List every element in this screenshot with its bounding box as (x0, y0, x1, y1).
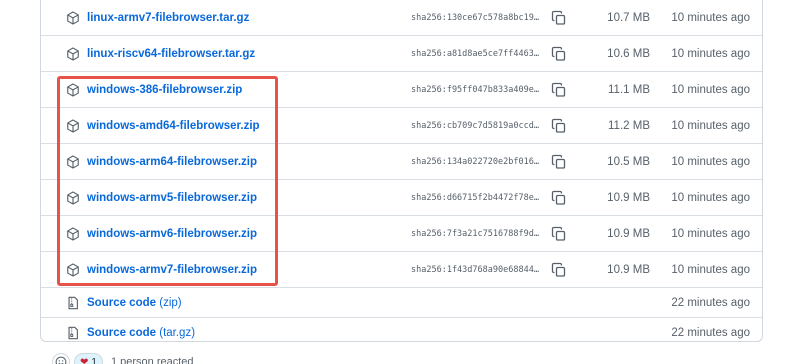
asset-size: 11.2 MB (608, 119, 650, 132)
add-reaction-button[interactable] (52, 353, 70, 364)
asset-sha256: sha256:1f43d768a90e68844… (411, 264, 539, 275)
asset-time: 10 minutes ago (671, 155, 750, 168)
source-row: Source code (tar.gz) 22 minutes ago (41, 318, 762, 348)
package-icon (66, 226, 80, 241)
package-icon (66, 82, 80, 97)
asset-size: 11.1 MB (608, 83, 650, 96)
copy-icon (551, 10, 567, 26)
asset-size: 10.6 MB (607, 47, 650, 60)
asset-link[interactable]: windows-armv5-filebrowser.zip (87, 192, 257, 204)
copy-icon (551, 226, 567, 242)
asset-time: 10 minutes ago (671, 47, 750, 60)
copy-sha-button[interactable] (551, 10, 567, 26)
asset-sha256: sha256:cb709c7d5819a0ccd… (411, 120, 539, 131)
asset-time: 10 minutes ago (671, 83, 750, 96)
asset-time: 10 minutes ago (671, 191, 750, 204)
asset-time: 10 minutes ago (671, 119, 750, 132)
copy-icon (551, 82, 567, 98)
copy-sha-button[interactable] (551, 262, 567, 278)
smiley-icon (55, 356, 67, 364)
copy-sha-button[interactable] (551, 154, 567, 170)
source-time: 22 minutes ago (671, 327, 750, 339)
asset-row: windows-386-filebrowser.zip sha256:f95ff0… (41, 72, 762, 108)
source-code-link[interactable]: Source code (tar.gz) (87, 327, 195, 339)
asset-row: windows-armv5-filebrowser.zip sha256:d667… (41, 180, 762, 216)
package-icon (66, 154, 80, 169)
package-icon (66, 262, 80, 277)
asset-size: 10.7 MB (607, 11, 650, 24)
asset-sha256: sha256:134a022720e2bf016… (411, 156, 539, 167)
copy-sha-button[interactable] (551, 190, 567, 206)
asset-size: 10.9 MB (607, 227, 650, 240)
asset-sha256: sha256:7f3a21c7516788f9d… (411, 228, 539, 239)
copy-sha-button[interactable] (551, 46, 567, 62)
asset-size: 10.9 MB (607, 191, 650, 204)
copy-icon (551, 154, 567, 170)
asset-sha256: sha256:f95ff047b833a409e… (411, 84, 539, 95)
asset-row: windows-amd64-filebrowser.zip sha256:cb70… (41, 108, 762, 144)
asset-link[interactable]: linux-riscv64-filebrowser.tar.gz (87, 48, 255, 60)
asset-row: windows-armv6-filebrowser.zip sha256:7f3a… (41, 216, 762, 252)
source-code-link[interactable]: Source code (zip) (87, 297, 182, 309)
asset-row: linux-armv7-filebrowser.tar.gz sha256:130… (41, 0, 762, 36)
heart-icon: ❤ (80, 356, 89, 364)
asset-link[interactable]: windows-amd64-filebrowser.zip (87, 120, 260, 132)
asset-link[interactable]: windows-386-filebrowser.zip (87, 84, 242, 96)
release-assets-page: linux-armv7-filebrowser.tar.gz sha256:130… (0, 0, 800, 364)
file-zip-icon (66, 296, 80, 310)
source-code-label: Source code (87, 296, 157, 309)
asset-time: 10 minutes ago (671, 263, 750, 276)
source-code-format: (zip) (159, 296, 182, 309)
asset-size: 10.5 MB (607, 155, 650, 168)
asset-row: windows-arm64-filebrowser.zip sha256:134a… (41, 144, 762, 180)
asset-row: linux-riscv64-filebrowser.tar.gz sha256:a… (41, 36, 762, 72)
assets-list: linux-armv7-filebrowser.tar.gz sha256:130… (40, 0, 763, 342)
asset-link[interactable]: windows-armv7-filebrowser.zip (87, 264, 257, 276)
asset-sha256: sha256:d66715f2b4472f78e… (411, 192, 539, 203)
source-code-label: Source code (87, 327, 157, 339)
asset-time: 10 minutes ago (671, 227, 750, 240)
asset-time: 10 minutes ago (671, 11, 750, 24)
asset-sha256: sha256:a81d8ae5ce7ff4463… (411, 48, 539, 59)
reacted-text: 1 person reacted (110, 356, 194, 364)
copy-sha-button[interactable] (551, 118, 567, 134)
copy-sha-button[interactable] (551, 82, 567, 98)
source-row: Source code (zip) 22 minutes ago (41, 288, 762, 318)
package-icon (66, 10, 80, 25)
copy-icon (551, 46, 567, 62)
asset-link[interactable]: windows-armv6-filebrowser.zip (87, 228, 257, 240)
asset-size: 10.9 MB (607, 263, 650, 276)
copy-icon (551, 262, 567, 278)
copy-icon (551, 118, 567, 134)
source-time: 22 minutes ago (671, 296, 750, 309)
asset-sha256: sha256:130ce67c578a8bc19… (411, 12, 539, 23)
copy-icon (551, 190, 567, 206)
asset-link[interactable]: linux-armv7-filebrowser.tar.gz (87, 12, 249, 24)
package-icon (66, 118, 80, 133)
package-icon (66, 190, 80, 205)
heart-reaction-button[interactable]: ❤ 1 (74, 353, 103, 364)
heart-count: 1 (91, 356, 97, 364)
asset-row: windows-armv7-filebrowser.zip sha256:1f43… (41, 252, 762, 288)
source-code-format: (tar.gz) (159, 327, 196, 339)
reactions-bar: ❤ 1 1 person reacted (52, 352, 194, 364)
copy-sha-button[interactable] (551, 226, 567, 242)
asset-link[interactable]: windows-arm64-filebrowser.zip (87, 156, 257, 168)
package-icon (66, 46, 80, 61)
file-zip-icon (66, 326, 80, 340)
